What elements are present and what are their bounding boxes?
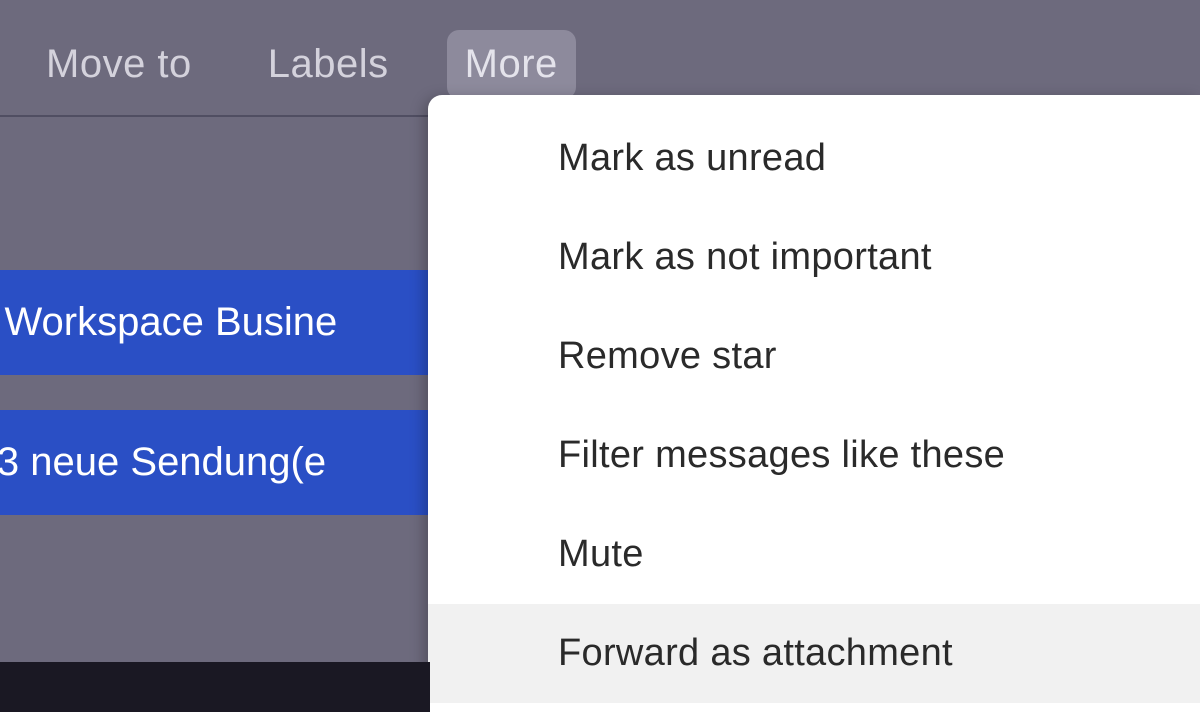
email-list: gle Workspace Busine 21) 3 neue Sendung(… (0, 115, 430, 515)
labels-button[interactable]: Labels (250, 30, 407, 99)
email-row[interactable]: gle Workspace Busine (0, 270, 430, 375)
more-button[interactable]: More (447, 30, 576, 99)
menu-mark-not-important[interactable]: Mark as not important (428, 208, 1200, 307)
menu-filter-messages[interactable]: Filter messages like these (428, 406, 1200, 505)
bottom-bar (0, 662, 430, 712)
menu-remove-star[interactable]: Remove star (428, 307, 1200, 406)
menu-mark-unread[interactable]: Mark as unread (428, 95, 1200, 208)
more-dropdown: Mark as unread Mark as not important Rem… (428, 95, 1200, 712)
menu-forward-as-attachment[interactable]: Forward as attachment (428, 604, 1200, 703)
menu-mute[interactable]: Mute (428, 505, 1200, 604)
move-to-button[interactable]: Move to (28, 30, 210, 99)
email-row[interactable]: 21) 3 neue Sendung(e (0, 410, 430, 515)
